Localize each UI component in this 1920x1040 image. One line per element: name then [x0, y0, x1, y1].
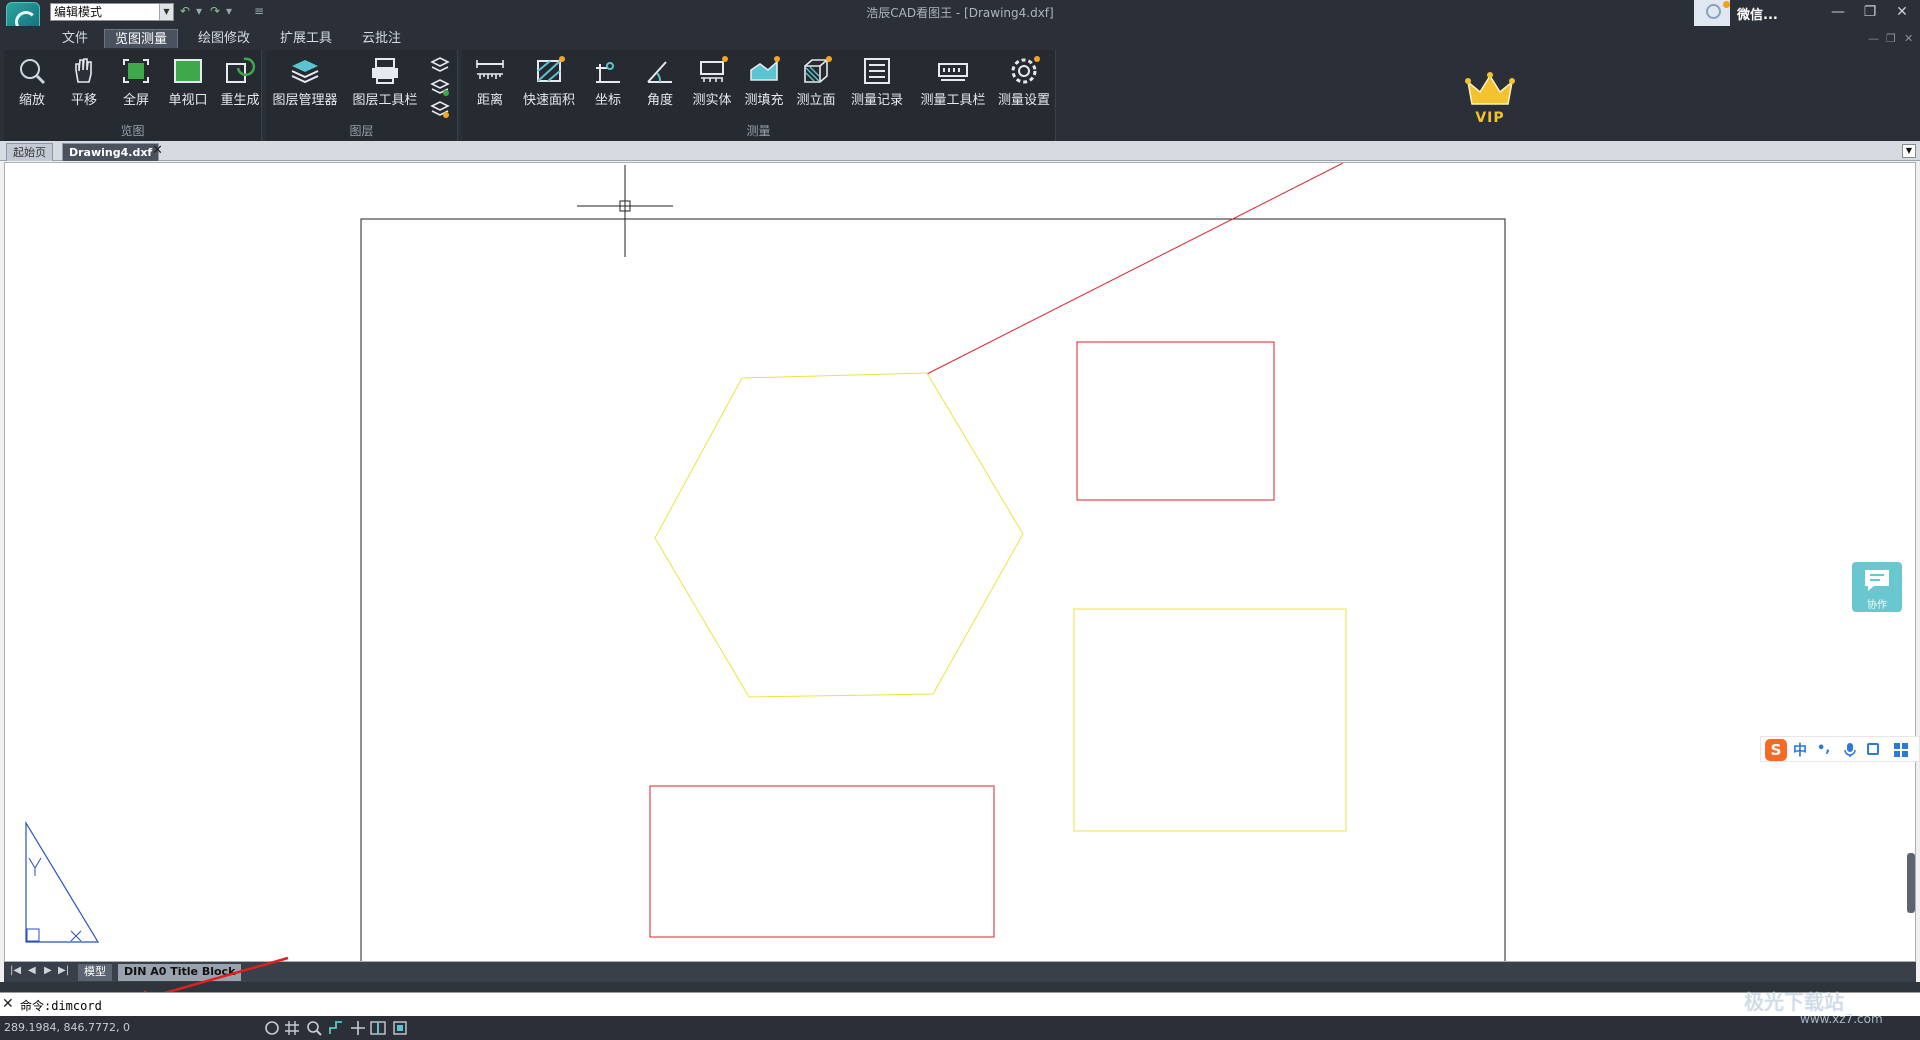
ortho-icon[interactable] [328, 1020, 344, 1036]
watermark-url: www.xz7.com [1800, 1012, 1883, 1026]
watermark: 极光下载站 [1744, 990, 1844, 1014]
split-view-icon[interactable] [370, 1020, 386, 1036]
zoom-status-icon[interactable] [306, 1020, 322, 1036]
grid-icon[interactable] [284, 1020, 300, 1036]
crosshair-icon[interactable] [350, 1020, 366, 1036]
command-line[interactable]: ✕ 命令:dimcord [0, 992, 1920, 1016]
snap-circle-icon[interactable] [264, 1020, 280, 1036]
status-bar: 289.1984, 846.7772, 0 [0, 1016, 1920, 1040]
command-input[interactable]: 命令:dimcord [20, 997, 102, 1014]
fit-window-icon[interactable] [392, 1020, 408, 1036]
cad-viewer-app: 编辑模式 ▼ ↶ ▾ ↷ ▾ ≡ 浩辰CAD看图王 - [Drawing4.dx… [0, 0, 1920, 1040]
cursor-coordinates: 289.1984, 846.7772, 0 [4, 1021, 130, 1034]
annotation-arrow [124, 956, 289, 1006]
close-command-line-icon[interactable]: ✕ [2, 996, 16, 1012]
